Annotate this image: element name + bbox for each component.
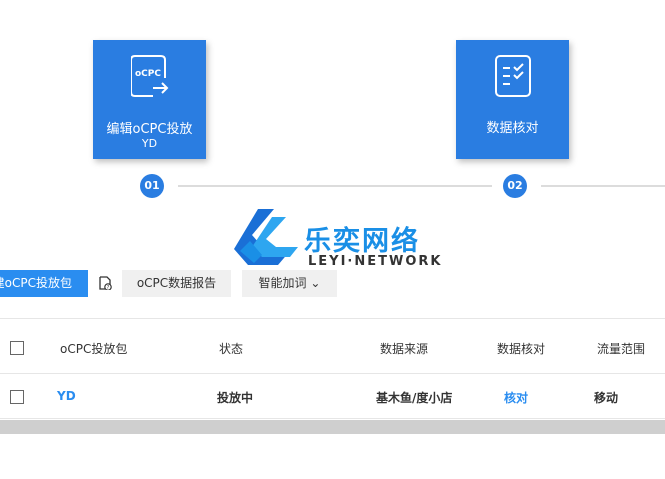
table-row-border bbox=[0, 418, 665, 419]
step-card-data-check[interactable]: 数据核对 bbox=[456, 40, 569, 159]
step-connector bbox=[178, 185, 492, 187]
checklist-icon bbox=[495, 55, 531, 97]
horizontal-scrollbar[interactable] bbox=[0, 420, 665, 434]
smart-bid-label: 智能加词 bbox=[258, 276, 307, 290]
step-connector bbox=[541, 185, 665, 187]
package-name-link[interactable]: YD bbox=[57, 389, 76, 403]
check-link[interactable]: 核对 bbox=[504, 389, 528, 406]
chevron-down-icon: ⌄ bbox=[310, 276, 321, 290]
step-label: 数据核对 bbox=[486, 121, 539, 136]
status-text: 投放中 bbox=[217, 391, 254, 405]
watermark-text-en: LEYI·NETWORK bbox=[308, 254, 443, 269]
select-all-checkbox[interactable] bbox=[10, 341, 24, 355]
svg-text:?: ? bbox=[107, 285, 110, 290]
svg-text:oCPC: oCPC bbox=[135, 69, 161, 79]
table-header-border bbox=[0, 373, 665, 374]
column-header-status: 状态 bbox=[219, 342, 244, 356]
leyi-logo-icon bbox=[234, 209, 298, 265]
ocpc-document-icon: oCPC bbox=[131, 55, 169, 97]
column-header-range: 流量范围 bbox=[597, 342, 646, 356]
step-number-01: 01 bbox=[140, 174, 164, 198]
step-number-02: 02 bbox=[503, 174, 527, 198]
step-sublabel: YD bbox=[141, 137, 158, 150]
source-text: 基木鱼/度小店 bbox=[376, 391, 453, 405]
ocpc-report-button[interactable]: oCPC数据报告 bbox=[122, 270, 231, 297]
watermark-text-cn: 乐奕网络 bbox=[304, 226, 420, 257]
step-card-edit-ocpc[interactable]: oCPC 编辑oCPC投放 YD bbox=[93, 40, 206, 159]
help-icon[interactable]: ? bbox=[98, 276, 112, 290]
table-top-border bbox=[0, 318, 665, 319]
range-text: 移动 bbox=[594, 391, 619, 405]
column-header-check: 数据核对 bbox=[497, 342, 546, 356]
row-checkbox[interactable] bbox=[10, 390, 24, 404]
step-label: 编辑oCPC投放 bbox=[106, 122, 193, 137]
create-ocpc-button[interactable]: 建oCPC投放包 bbox=[0, 270, 88, 297]
column-header-package: oCPC投放包 bbox=[60, 342, 128, 356]
column-header-source: 数据来源 bbox=[380, 342, 429, 356]
watermark-logo: 乐奕网络 LEYI·NETWORK bbox=[232, 207, 440, 273]
smart-bid-dropdown[interactable]: 智能加词 ⌄ bbox=[242, 270, 337, 297]
